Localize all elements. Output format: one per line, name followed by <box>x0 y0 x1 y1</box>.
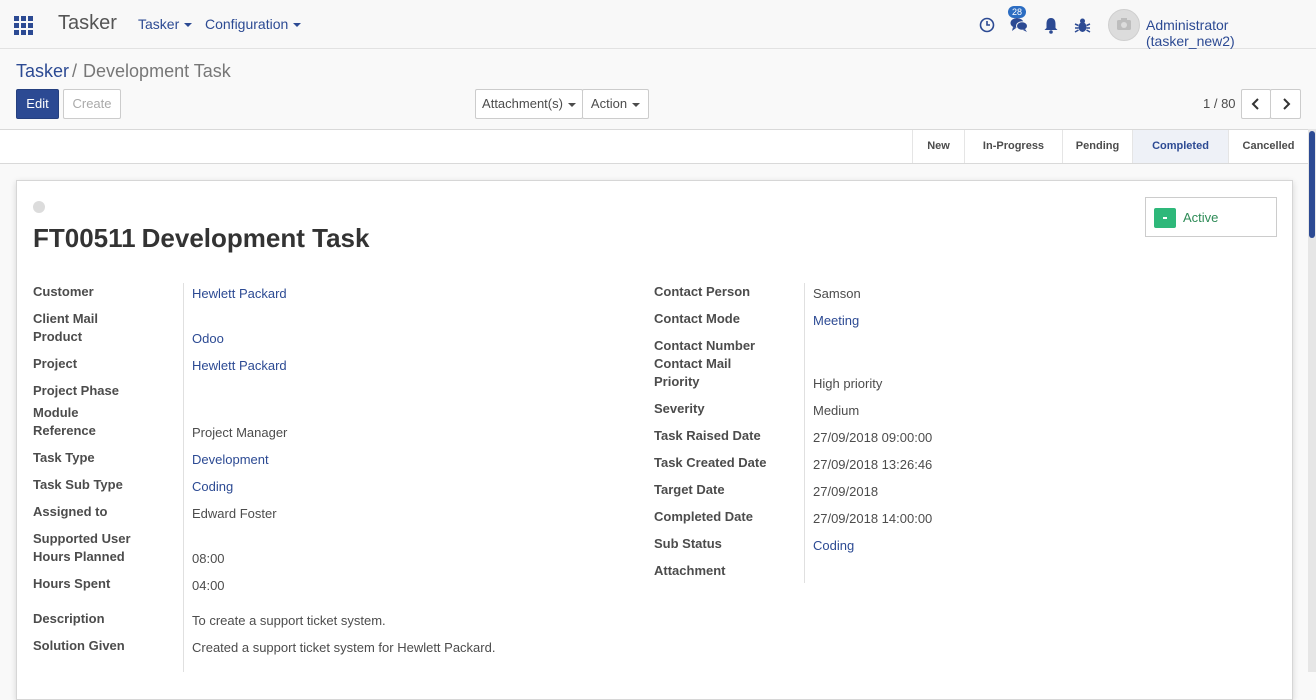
top-navbar: Tasker Tasker Configuration 28 Administr… <box>0 0 1316 49</box>
attachments-label: Attachment(s) <box>482 96 563 111</box>
field-contact-person: Samson <box>813 286 861 301</box>
caret-down-icon <box>293 23 302 28</box>
label-customer: Customer <box>33 284 94 299</box>
stage-in-progress[interactable]: In-Progress <box>964 130 1062 163</box>
caret-down-icon <box>567 102 576 107</box>
label-contact-mode: Contact Mode <box>654 311 740 326</box>
pager-next-button[interactable] <box>1270 89 1301 119</box>
bell-icon[interactable] <box>1043 17 1059 34</box>
field-task-sub-type[interactable]: Coding <box>192 479 233 494</box>
pager-previous-button[interactable] <box>1241 89 1271 119</box>
label-hours-spent: Hours Spent <box>33 576 111 591</box>
action-dropdown[interactable]: Action <box>582 89 649 119</box>
label-attachment: Attachment <box>654 563 726 578</box>
field-solution-given: Created a support ticket system for Hewl… <box>192 640 496 655</box>
label-module: Module <box>33 405 79 420</box>
camera-avatar-icon[interactable] <box>1108 9 1140 41</box>
field-completed-date: 27/09/2018 14:00:00 <box>813 511 933 526</box>
apps-grid-icon[interactable] <box>14 16 33 35</box>
field-task-created-date: 27/09/2018 13:26:46 <box>813 457 933 472</box>
label-severity: Severity <box>654 401 705 416</box>
label-supported-user: Supported User <box>33 531 131 546</box>
label-contact-person: Contact Person <box>654 284 751 299</box>
active-toggle-button[interactable]: Active <box>1145 197 1277 237</box>
stage-completed[interactable]: Completed <box>1132 130 1228 163</box>
label-task-type: Task Type <box>33 450 95 465</box>
menu-configuration-label: Configuration <box>205 16 289 32</box>
chevron-left-icon <box>1251 98 1259 110</box>
menu-configuration[interactable]: Configuration <box>205 16 302 32</box>
label-completed-date: Completed Date <box>654 509 753 524</box>
record-name: Development Task <box>141 223 370 253</box>
label-task-raised-date: Task Raised Date <box>654 428 761 443</box>
field-hours-planned: 08:00 <box>192 551 225 566</box>
priority-dot-icon[interactable] <box>33 201 45 213</box>
label-hours-planned: Hours Planned <box>33 549 125 564</box>
breadcrumb-current: Development Task <box>83 61 231 81</box>
field-target-date: 27/09/2018 <box>813 484 879 499</box>
pager-value[interactable]: 1 / 80 <box>1203 96 1236 111</box>
active-label: Active <box>1183 210 1219 225</box>
field-reference: Project Manager <box>192 425 288 440</box>
breadcrumb-root[interactable]: Tasker <box>16 61 69 81</box>
label-task-created-date: Task Created Date <box>654 455 767 470</box>
field-customer[interactable]: Hewlett Packard <box>192 286 287 301</box>
field-project[interactable]: Hewlett Packard <box>192 358 287 373</box>
edit-button[interactable]: Edit <box>16 89 59 119</box>
stage-cancelled[interactable]: Cancelled <box>1228 130 1308 163</box>
chevron-right-icon <box>1282 98 1290 110</box>
field-hours-spent: 04:00 <box>192 578 225 593</box>
label-client-mail: Client Mail <box>33 311 99 326</box>
label-reference: Reference <box>33 423 96 438</box>
breadcrumb-separator: / <box>72 61 78 81</box>
caret-down-icon <box>632 102 641 107</box>
caret-down-icon <box>184 23 193 28</box>
action-label: Action <box>590 96 628 111</box>
bug-icon[interactable] <box>1074 17 1091 34</box>
attachments-dropdown[interactable]: Attachment(s) <box>475 89 583 119</box>
record-title: FT00511 Development Task <box>33 223 369 254</box>
label-contact-mail: Contact Mail <box>654 356 732 371</box>
label-description: Description <box>33 611 105 626</box>
stage-new[interactable]: New <box>912 130 964 163</box>
label-priority: Priority <box>654 374 700 389</box>
label-sub-status: Sub Status <box>654 536 722 551</box>
label-assigned-to: Assigned to <box>33 504 108 519</box>
field-description: To create a support ticket system. <box>192 613 386 628</box>
field-sub-status[interactable]: Coding <box>813 538 854 553</box>
field-task-raised-date: 27/09/2018 09:00:00 <box>813 430 933 445</box>
field-contact-mode[interactable]: Meeting <box>813 313 859 328</box>
app-brand: Tasker <box>58 12 117 34</box>
record-code: FT00511 <box>33 223 136 253</box>
label-task-sub-type: Task Sub Type <box>33 477 123 492</box>
field-severity: Medium <box>813 403 860 418</box>
stage-pending[interactable]: Pending <box>1062 130 1132 163</box>
field-product[interactable]: Odoo <box>192 331 224 346</box>
label-project-phase: Project Phase <box>33 383 119 398</box>
left-column-divider <box>183 283 184 672</box>
clock-icon[interactable] <box>979 17 995 33</box>
menu-tasker[interactable]: Tasker <box>138 16 193 32</box>
field-assigned-to: Edward Foster <box>192 506 277 521</box>
archive-icon <box>1154 208 1176 228</box>
message-count-badge: 28 <box>1008 6 1026 18</box>
stage-statusbar: New In-Progress Pending Completed Cancel… <box>0 129 1308 164</box>
label-contact-number: Contact Number <box>654 338 756 353</box>
chat-bubbles-icon[interactable] <box>1010 17 1028 33</box>
field-priority: High priority <box>813 376 883 391</box>
right-column-divider <box>804 283 805 583</box>
create-button[interactable]: Create <box>63 89 121 119</box>
label-project: Project <box>33 356 78 371</box>
field-task-type[interactable]: Development <box>192 452 269 467</box>
menu-tasker-label: Tasker <box>138 16 180 32</box>
user-menu[interactable]: Administrator (tasker_new2) <box>1146 17 1316 49</box>
label-product: Product <box>33 329 83 344</box>
label-target-date: Target Date <box>654 482 725 497</box>
scrollbar-thumb[interactable] <box>1309 131 1315 238</box>
breadcrumb: Tasker / Development Task <box>16 61 231 82</box>
label-solution-given: Solution Given <box>33 638 125 653</box>
